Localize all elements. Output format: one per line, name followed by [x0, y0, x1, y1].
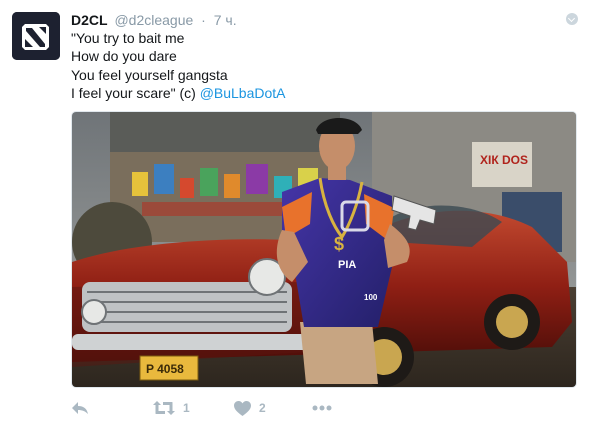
separator-dot: · — [201, 12, 206, 28]
reply-button[interactable] — [71, 398, 89, 418]
tweet-text-line: How do you dare — [71, 48, 177, 65]
tweet-text: "You try to bait me How do you dare You … — [71, 29, 571, 102]
jersey-number-text: 100 — [364, 293, 378, 302]
heart-icon — [234, 400, 251, 416]
tweet-text-line-prefix: I feel your scare" (c) — [71, 84, 200, 101]
jersey-sponsor-text: PIA — [338, 259, 356, 271]
tweet-header: D2CL @d2cleague · 7 ч. — [71, 11, 237, 29]
chevron-down-icon[interactable] — [566, 13, 578, 25]
dollar-pendant-icon: $ — [334, 234, 344, 254]
username-handle[interactable]: @d2cleague — [114, 12, 193, 28]
tweet-text-line: You feel yourself gangsta — [71, 66, 228, 83]
tweet-text-line: "You try to bait me — [71, 30, 185, 46]
photo-image: ХІК DOS P 4058 $ PIA 100 — [72, 112, 576, 387]
dota-logo-icon — [12, 12, 60, 60]
tweet-media-photo[interactable]: ХІК DOS P 4058 $ PIA 100 — [71, 111, 577, 388]
license-plate-text: P 4058 — [146, 362, 184, 376]
more-button[interactable] — [312, 398, 332, 418]
avatar[interactable] — [12, 12, 60, 60]
reply-icon — [72, 402, 88, 414]
tweet-text-line: I feel your scare" (c) @BuLbaDotA — [71, 84, 571, 102]
timestamp[interactable]: 7 ч. — [214, 12, 237, 28]
retweet-count: 1 — [183, 401, 190, 415]
mention-link[interactable]: @BuLbaDotA — [200, 85, 286, 101]
display-name[interactable]: D2CL — [71, 12, 108, 28]
retweet-icon — [153, 401, 175, 415]
wall-sign-text: ХІК DOS — [480, 153, 528, 167]
retweet-button[interactable]: 1 — [153, 398, 190, 418]
like-button[interactable]: 2 — [234, 398, 266, 418]
tweet-actions: 1 2 — [71, 398, 551, 418]
tweet: D2CL @d2cleague · 7 ч. "You try to bait … — [0, 0, 590, 430]
like-count: 2 — [259, 401, 266, 415]
more-icon — [312, 405, 332, 411]
